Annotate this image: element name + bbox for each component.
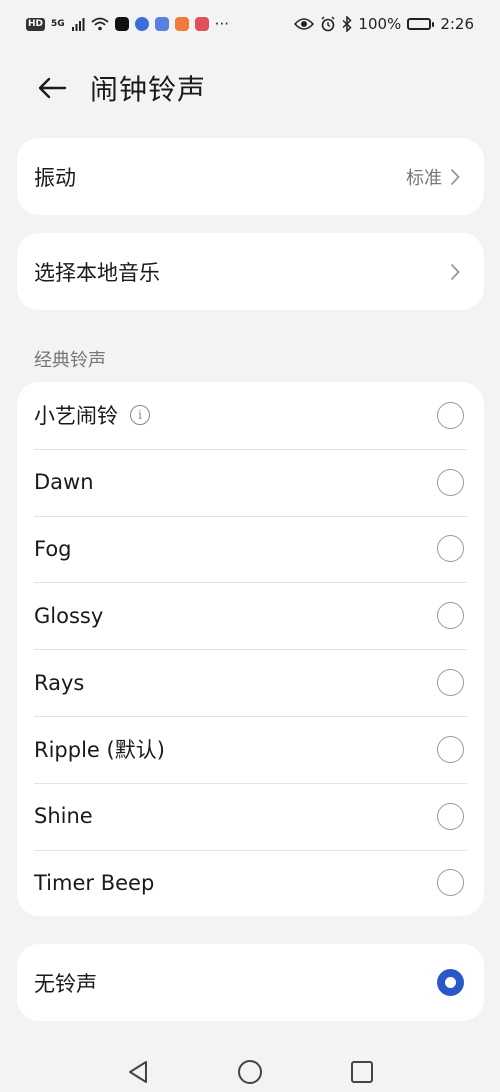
ringtone-label: Rays (34, 670, 85, 695)
status-bar: HD 5G ··· 100% 2:26 (0, 0, 500, 48)
ringtone-label: Glossy (34, 603, 104, 628)
radio-button[interactable] (437, 869, 464, 897)
hd-badge: HD (26, 17, 46, 31)
ringtone-item[interactable]: Rays (17, 649, 484, 716)
ringtone-item[interactable]: Ripple (默认) (17, 715, 484, 783)
radio-button-selected[interactable] (437, 969, 464, 996)
radio-button[interactable] (437, 735, 464, 763)
radio-button[interactable] (437, 535, 464, 563)
triangle-back-icon (129, 1061, 147, 1083)
vibration-value: 标准 (406, 167, 442, 189)
ringtone-item[interactable]: Glossy (17, 582, 484, 649)
clock-time: 2:26 (440, 15, 474, 33)
vibration-card: 振动 标准 (17, 138, 484, 215)
radio-button[interactable] (437, 802, 464, 830)
info-icon[interactable]: i (130, 405, 150, 426)
ringtone-label: Ripple (默认) (34, 738, 165, 763)
study-app-icon (154, 17, 169, 31)
no-ringtone-card: 无铃声 (17, 944, 484, 1021)
nav-home-button[interactable] (235, 1057, 265, 1087)
alarm-icon (321, 16, 335, 32)
status-left: HD 5G ··· (26, 15, 229, 33)
local-music-label: 选择本地音乐 (34, 260, 160, 285)
back-arrow-icon (38, 77, 67, 99)
ringtone-item[interactable]: Fog (17, 515, 484, 583)
tiktok-app-icon (114, 17, 129, 31)
ringtone-item[interactable]: Shine (17, 782, 484, 850)
chevron-right-icon (450, 166, 464, 188)
battery-icon (407, 18, 435, 30)
video-app-icon (174, 17, 189, 31)
square-recents-icon (351, 1061, 373, 1083)
page-title: 闹钟铃声 (90, 73, 207, 106)
nav-recents-button[interactable] (347, 1057, 377, 1087)
vibration-row[interactable]: 振动 标准 (17, 138, 484, 215)
page-header: 闹钟铃声 (0, 58, 500, 118)
ringtone-item[interactable]: Dawn (17, 448, 484, 516)
no-ringtone-row[interactable]: 无铃声 (17, 944, 484, 1021)
no-ringtone-label: 无铃声 (34, 971, 97, 996)
ringtone-label: 小艺闹铃 (34, 404, 118, 429)
chevron-right-icon (450, 261, 464, 283)
eye-icon (294, 18, 315, 30)
local-music-row[interactable]: 选择本地音乐 (17, 233, 484, 310)
status-right: 100% 2:26 (294, 15, 474, 33)
reader-app-icon (194, 17, 209, 31)
ringtone-label: Timer Beep (34, 870, 155, 895)
vibration-label: 振动 (34, 165, 76, 190)
ringtone-item[interactable]: 小艺闹铃 i (17, 382, 484, 449)
classic-ringtone-list: 小艺闹铃 i Dawn Fog Glossy Rays Ripple (默认) … (17, 382, 484, 917)
radio-button[interactable] (437, 669, 464, 697)
nav-back-button[interactable] (123, 1057, 153, 1087)
ringtone-label: Shine (34, 804, 93, 829)
signal-icon (71, 18, 85, 31)
radio-button[interactable] (437, 401, 464, 429)
more-notifications-icon: ··· (214, 15, 229, 33)
back-button[interactable] (32, 68, 72, 108)
bluetooth-icon (342, 16, 353, 32)
radio-button[interactable] (437, 602, 464, 630)
radio-button[interactable] (437, 468, 464, 496)
local-music-card: 选择本地音乐 (17, 233, 484, 310)
signal-label: 5G (51, 18, 65, 29)
classic-section-title: 经典铃声 (34, 350, 106, 371)
ringtone-item[interactable]: Timer Beep (17, 849, 484, 917)
wifi-icon (91, 17, 109, 31)
circle-home-icon (238, 1060, 262, 1084)
battery-percent: 100% (358, 15, 402, 33)
browser-app-icon (134, 17, 149, 31)
system-navigation-bar (0, 1052, 500, 1092)
ringtone-label: Fog (34, 536, 72, 561)
ringtone-label: Dawn (34, 470, 94, 495)
